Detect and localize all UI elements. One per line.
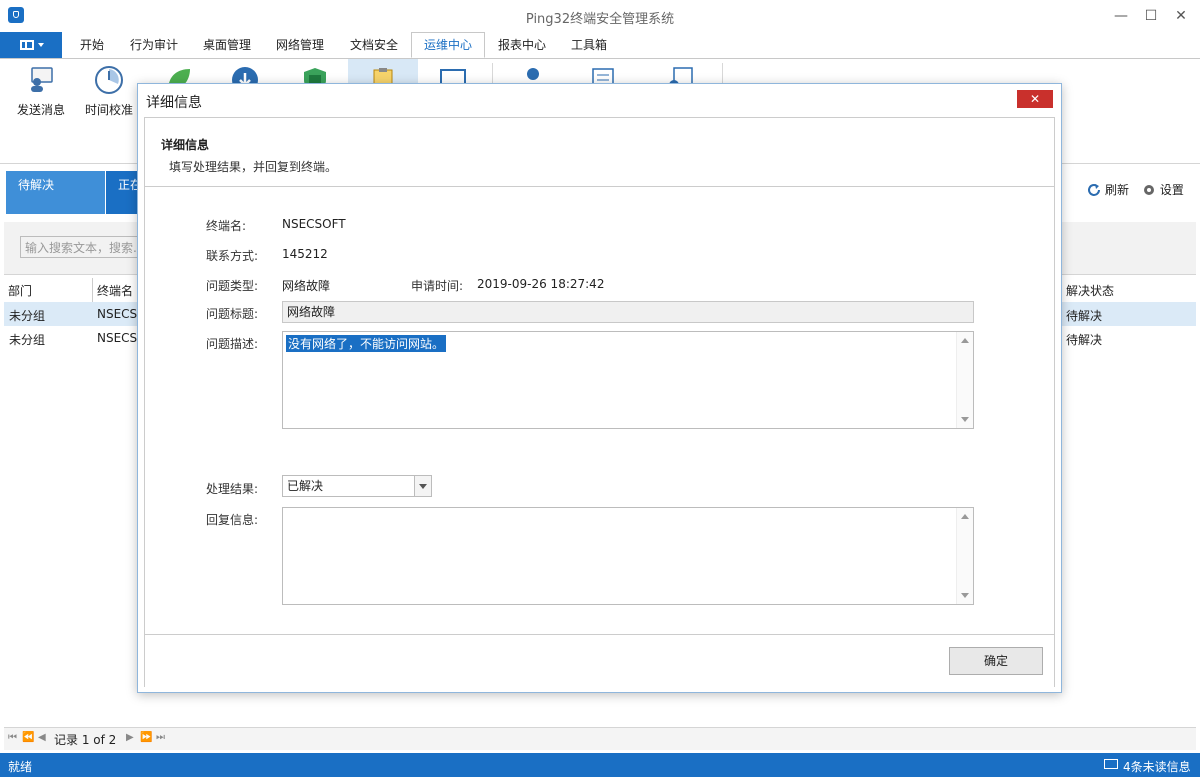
cell-status: 待解决 — [1066, 309, 1103, 323]
description-text: 没有网络了，不能访问网站。 — [286, 335, 447, 352]
reply-textarea[interactable] — [282, 507, 974, 605]
time-calibration-button[interactable]: 时间校准 — [74, 59, 144, 121]
window-title: Ping32终端安全管理系统 — [525, 12, 675, 27]
tab-network-management[interactable]: 网络管理 — [264, 32, 336, 58]
result-select-value: 已解决 — [287, 479, 324, 493]
apply-time-value: 2019-09-26 18:27:42 — [477, 277, 605, 291]
settings-label: 设置 — [1159, 183, 1184, 197]
chevron-down-icon[interactable] — [414, 476, 431, 496]
pager-record-text: 记录 1 of 2 — [54, 733, 117, 747]
dialog-header-subtitle: 填写处理结果，并回复到终端。 — [169, 160, 338, 174]
terminal-value: NSECSOFT — [282, 217, 346, 231]
description-scrollbar[interactable] — [956, 332, 973, 428]
send-message-label: 发送消息 — [16, 103, 65, 117]
message-icon — [1104, 759, 1118, 769]
cell-terminal: NSECS — [97, 331, 138, 345]
result-select[interactable]: 已解决 — [282, 475, 432, 497]
detail-dialog: 详细信息 ✕ 详细信息 填写处理结果，并回复到终端。 终端名: NSECSOFT… — [137, 83, 1062, 693]
pager-next-page-icon[interactable]: ⏩ — [140, 732, 152, 743]
column-divider — [92, 278, 93, 302]
unread-messages[interactable]: 4条未读信息 — [1123, 758, 1191, 775]
send-message-icon — [26, 65, 56, 95]
confirm-button[interactable]: 确定 — [949, 647, 1043, 675]
pager-prev-icon[interactable]: ◀ — [38, 732, 46, 743]
subject-field[interactable]: 网络故障 — [282, 301, 974, 323]
subject-label: 问题标题: — [206, 307, 259, 321]
tab-start[interactable]: 开始 — [68, 32, 116, 58]
description-textarea[interactable]: 没有网络了，不能访问网站。 — [282, 331, 974, 429]
clock-icon — [94, 65, 124, 95]
tab-pending[interactable]: 待解决 — [6, 171, 105, 214]
pager: ⏮ ⏪ ◀ 记录 1 of 2 ▶ ⏩ ⏭ — [4, 727, 1196, 750]
column-header-status[interactable]: 解决状态 — [1066, 282, 1114, 299]
dialog-header: 详细信息 填写处理结果，并回复到终端。 — [145, 118, 1054, 187]
column-header-terminal[interactable]: 终端名 — [97, 282, 133, 299]
terminal-label: 终端名: — [206, 219, 247, 233]
tab-desktop-management[interactable]: 桌面管理 — [191, 32, 263, 58]
pager-last-icon[interactable]: ⏭ — [156, 732, 165, 743]
scroll-down-icon[interactable] — [961, 593, 969, 598]
tab-toolbox[interactable]: 工具箱 — [559, 32, 619, 58]
tab-document-security[interactable]: 文档安全 — [338, 32, 410, 58]
cell-department: 未分组 — [9, 309, 46, 323]
reply-label: 回复信息: — [206, 513, 259, 527]
gear-icon — [1143, 184, 1154, 195]
tab-report-center[interactable]: 报表中心 — [486, 32, 558, 58]
dialog-header-title: 详细信息 — [161, 138, 210, 152]
cell-terminal: NSECS — [97, 307, 138, 321]
pager-first-icon[interactable]: ⏮ — [8, 732, 17, 743]
issue-type-label: 问题类型: — [206, 279, 259, 293]
description-label: 问题描述: — [206, 337, 259, 351]
tab-ops-center[interactable]: 运维中心 — [411, 32, 486, 58]
refresh-button[interactable]: 刷新 — [1086, 181, 1129, 198]
status-text: 就绪 — [8, 760, 33, 774]
minimize-button[interactable]: — — [1110, 6, 1132, 26]
close-window-button[interactable]: ✕ — [1170, 6, 1192, 26]
dialog-title: 详细信息 — [146, 95, 202, 111]
dialog-body: 终端名: NSECSOFT 联系方式: 145212 问题类型: 网络故障 申请… — [145, 187, 1054, 634]
issue-type-value: 网络故障 — [282, 279, 331, 293]
app-menu-button[interactable] — [0, 32, 62, 58]
tab-behavior-audit[interactable]: 行为审计 — [118, 32, 190, 58]
result-label: 处理结果: — [206, 482, 259, 496]
status-bar: 就绪 4条未读信息 — [0, 753, 1200, 777]
scroll-down-icon[interactable] — [961, 417, 969, 422]
send-message-button[interactable]: 发送消息 — [6, 59, 76, 121]
pager-prev-page-icon[interactable]: ⏪ — [22, 732, 34, 743]
toolbar-right: 刷新 设置 — [1086, 181, 1184, 201]
refresh-icon — [1088, 183, 1100, 196]
search-input[interactable]: 输入搜索文本，搜索... — [20, 236, 150, 258]
scroll-up-icon[interactable] — [961, 514, 969, 519]
contact-value: 145212 — [282, 247, 328, 261]
menu-panel-icon — [20, 40, 34, 50]
apply-time-label: 申请时间: — [411, 279, 464, 293]
chevron-down-icon — [38, 43, 44, 47]
refresh-label: 刷新 — [1105, 183, 1130, 197]
settings-button[interactable]: 设置 — [1141, 181, 1184, 198]
cell-department: 未分组 — [9, 333, 46, 347]
menu-bar: 开始 行为审计 桌面管理 网络管理 文档安全 运维中心 报表中心 工具箱 — [0, 32, 1200, 59]
title-bar: Ping32终端安全管理系统 — ☐ ✕ — [0, 0, 1200, 32]
column-header-department[interactable]: 部门 — [8, 282, 32, 299]
dialog-footer: 确定 — [145, 634, 1054, 687]
scroll-up-icon[interactable] — [961, 338, 969, 343]
pager-next-icon[interactable]: ▶ — [126, 732, 134, 743]
contact-label: 联系方式: — [206, 249, 259, 263]
time-calibration-label: 时间校准 — [84, 103, 133, 117]
dialog-content: 详细信息 填写处理结果，并回复到终端。 终端名: NSECSOFT 联系方式: … — [144, 117, 1055, 687]
cell-status: 待解决 — [1066, 333, 1103, 347]
dialog-close-button[interactable]: ✕ — [1017, 90, 1053, 108]
maximize-button[interactable]: ☐ — [1140, 6, 1162, 26]
reply-scrollbar[interactable] — [956, 508, 973, 604]
